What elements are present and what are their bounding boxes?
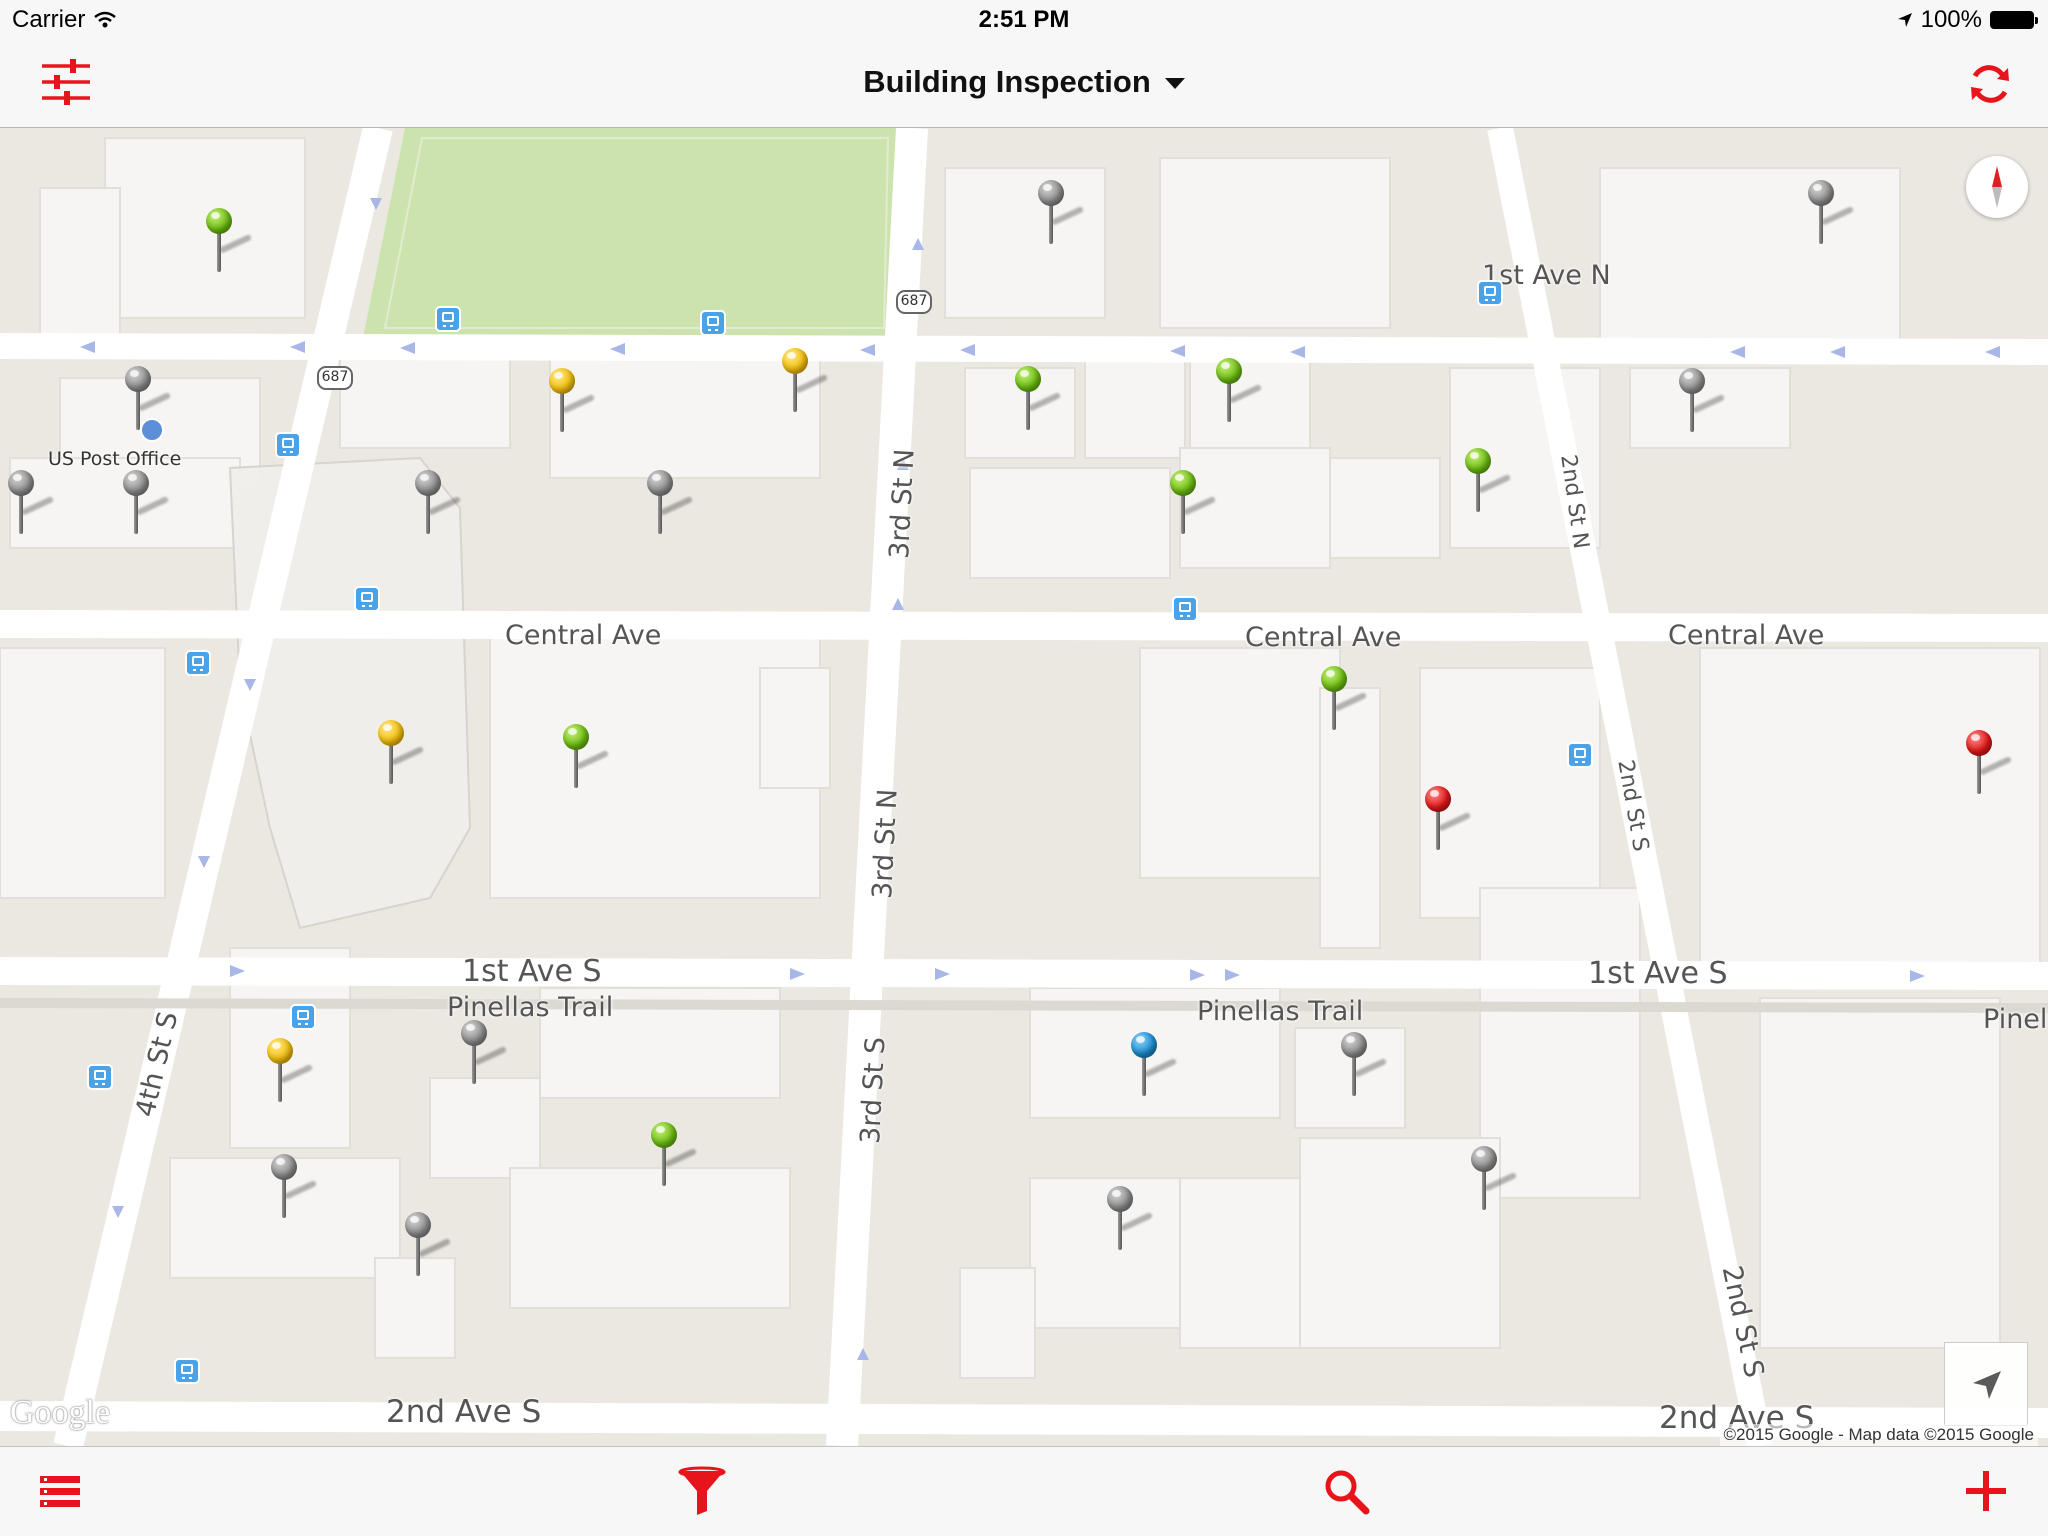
inspection-pin-gray[interactable]: [1038, 180, 1098, 250]
street-label-pinellas-trail: Pinellas Trail: [1197, 996, 1364, 1027]
inspection-pin-yellow[interactable]: [267, 1038, 327, 1108]
inspection-pin-red[interactable]: [1966, 730, 2026, 800]
inspection-pin-yellow[interactable]: [378, 720, 438, 790]
inspection-pin-gray[interactable]: [1107, 1186, 1167, 1256]
street-label-2nd-ave-s: 2nd Ave S: [386, 1394, 542, 1430]
compass-icon: [1992, 166, 2002, 208]
inspection-pin-gray[interactable]: [271, 1154, 331, 1224]
screen-title-dropdown[interactable]: Building Inspection: [0, 64, 2048, 100]
filter-icon: [678, 1466, 726, 1515]
bottom-toolbar: [0, 1446, 2048, 1536]
battery-percent: 100%: [1920, 6, 1982, 33]
inspection-pin-green[interactable]: [1465, 448, 1525, 518]
street-label-central-ave: Central Ave: [505, 620, 662, 651]
inspection-pin-green[interactable]: [1170, 470, 1230, 540]
my-location-button[interactable]: [1944, 1342, 2028, 1426]
bus-stop-icon[interactable]: [174, 1358, 200, 1384]
inspection-pin-yellow[interactable]: [782, 348, 842, 418]
bus-stop-icon[interactable]: [435, 306, 461, 332]
bus-stop-icon[interactable]: [1567, 742, 1593, 768]
list-icon: [40, 1476, 80, 1507]
page-title: Building Inspection: [863, 64, 1151, 99]
bus-stop-icon[interactable]: [1172, 596, 1198, 622]
inspection-pin-gray[interactable]: [461, 1020, 521, 1090]
street-label-pinellas-trail: Pinell: [1983, 1004, 2048, 1035]
street-label-pinellas-trail: Pinellas Trail: [447, 992, 614, 1023]
street-label-3rd-st-s: 3rd St S: [855, 1036, 892, 1145]
battery-group: 100%: [1897, 6, 2038, 34]
inspection-pin-yellow[interactable]: [549, 368, 609, 438]
inspection-pin-gray[interactable]: [1808, 180, 1868, 250]
inspection-pin-gray[interactable]: [415, 470, 475, 540]
street-label-3rd-st-n: 3rd St N: [867, 788, 904, 900]
battery-icon: [1990, 11, 2038, 29]
inspection-pin-green[interactable]: [1015, 366, 1075, 436]
inspection-pin-gray[interactable]: [405, 1212, 465, 1282]
bus-stop-icon[interactable]: [275, 432, 301, 458]
inspection-pin-green[interactable]: [651, 1122, 711, 1192]
location-arrow-icon: [1973, 1371, 2001, 1399]
map-view[interactable]: 1st Ave N Central Ave Central Ave Centra…: [0, 128, 2048, 1446]
status-bar: Carrier 2:51 PM 100%: [0, 0, 2048, 40]
refresh-icon: [1971, 65, 2009, 103]
inspection-pin-gray[interactable]: [123, 470, 183, 540]
route-shield: 687: [317, 366, 353, 390]
add-inspection-button[interactable]: [1956, 1463, 2016, 1519]
location-arrow-icon: [1897, 13, 1912, 27]
inspection-pin-blue[interactable]: [1131, 1032, 1191, 1102]
bus-stop-icon[interactable]: [185, 650, 211, 676]
inspection-pin-gray[interactable]: [1341, 1032, 1401, 1102]
inspection-pin-gray[interactable]: [8, 470, 68, 540]
bus-stop-icon[interactable]: [290, 1004, 316, 1030]
inspection-pin-gray[interactable]: [647, 470, 707, 540]
compass-button[interactable]: [1966, 156, 2028, 218]
bus-stop-icon[interactable]: [354, 586, 380, 612]
street-label-central-ave: Central Ave: [1245, 622, 1402, 653]
inspection-pin-green[interactable]: [1216, 358, 1276, 428]
nav-bar: Building Inspection: [0, 40, 2048, 128]
search-button[interactable]: [1316, 1463, 1376, 1519]
inspection-pin-gray[interactable]: [125, 366, 185, 436]
bus-stop-icon[interactable]: [700, 310, 726, 336]
add-icon: [1966, 1471, 2006, 1511]
street-label-central-ave: Central Ave: [1668, 620, 1825, 651]
map-base: [0, 128, 2048, 1446]
bus-stop-icon[interactable]: [87, 1064, 113, 1090]
inspection-pin-gray[interactable]: [1471, 1146, 1531, 1216]
street-label-1st-ave-s: 1st Ave S: [462, 954, 602, 989]
poi-label-us-post-office: US Post Office: [48, 448, 182, 470]
inspection-pin-green[interactable]: [563, 724, 623, 794]
filter-button[interactable]: [670, 1461, 734, 1521]
caret-down-icon: [1164, 78, 1185, 90]
google-logo: Google: [10, 1394, 111, 1431]
bus-stop-icon[interactable]: [1477, 280, 1503, 306]
inspection-pin-gray[interactable]: [1679, 368, 1739, 438]
inspection-pin-green[interactable]: [206, 208, 266, 278]
inspection-pin-red[interactable]: [1425, 786, 1485, 856]
route-shield: 687: [896, 290, 932, 314]
refresh-button[interactable]: [1962, 56, 2018, 112]
search-icon: [1325, 1470, 1370, 1515]
list-view-button[interactable]: [30, 1467, 90, 1517]
street-label-1st-ave-s: 1st Ave S: [1588, 956, 1728, 991]
map-attribution[interactable]: ©2015 Google - Map data ©2015 Google: [1719, 1424, 2038, 1446]
status-time: 2:51 PM: [978, 6, 1070, 33]
street-label-3rd-st-n: 3rd St N: [884, 448, 921, 560]
inspection-pin-green[interactable]: [1321, 666, 1381, 736]
